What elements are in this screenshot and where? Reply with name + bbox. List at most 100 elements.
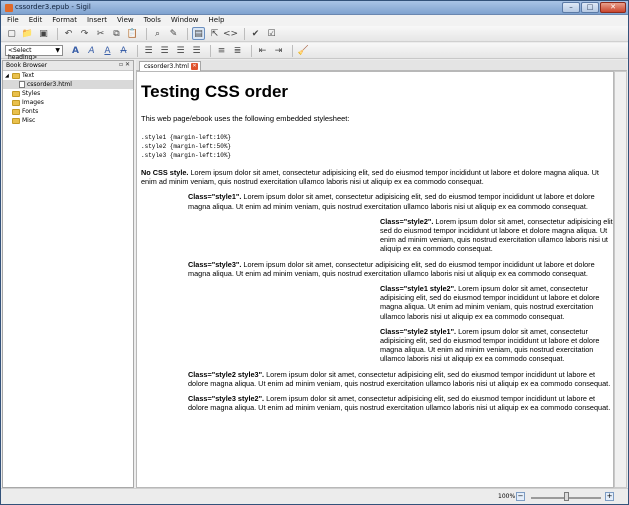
menu-window[interactable]: Window xyxy=(165,15,203,26)
menu-insert[interactable]: Insert xyxy=(81,15,111,26)
tree-item-text[interactable]: ◢ Text xyxy=(3,71,133,80)
book-view-editor[interactable]: Testing CSS order This web page/ebook us… xyxy=(136,71,614,488)
tree-item-label: Images xyxy=(22,99,44,106)
menu-view[interactable]: View xyxy=(111,15,138,26)
zoom-in-button[interactable]: + xyxy=(605,492,614,501)
status-bar: 100% − + xyxy=(1,488,628,504)
undo-icon[interactable]: ↶ xyxy=(62,27,75,40)
validate-icon[interactable]: ☑ xyxy=(265,27,278,40)
toolbar-divider xyxy=(146,27,147,40)
paragraph-label: Class="style3". xyxy=(188,259,242,269)
paragraph-text: Lorem ipsum dolor sit amet, consectetur … xyxy=(188,259,595,278)
align-right-icon[interactable]: ☰ xyxy=(174,44,187,57)
toolbar-divider xyxy=(187,27,188,40)
toolbar-divider xyxy=(210,44,211,57)
bullet-list-icon[interactable]: ≣ xyxy=(231,44,244,57)
paragraph-label: Class="style2". xyxy=(380,216,434,226)
panel-float-close-icons[interactable]: ▫ ✕ xyxy=(119,61,130,68)
paragraph-label: Class="style1 style2". xyxy=(380,284,457,294)
paragraph-text: Lorem ipsum dolor sit amet, consectetur … xyxy=(141,168,599,187)
paragraph-style1-style2: Class="style1 style2". Lorem ipsum dolor… xyxy=(380,284,613,321)
toolbar-divider xyxy=(251,44,252,57)
chevron-down-icon: ▼ xyxy=(55,47,60,54)
menu-tools[interactable]: Tools xyxy=(138,15,165,26)
strikethrough-icon[interactable]: A xyxy=(117,44,130,57)
tab-cssorder3-html[interactable]: cssorder3.html ✕ xyxy=(139,61,201,71)
menu-help[interactable]: Help xyxy=(203,15,229,26)
vertical-scrollbar[interactable] xyxy=(614,71,627,488)
bold-icon[interactable]: A xyxy=(69,44,82,57)
format-toolbar: <Select heading> ▼ A A A A ☰ ☰ ☰ ☰ ≡ ≣ ⇤… xyxy=(1,43,628,61)
maximize-button[interactable]: □ xyxy=(581,2,599,13)
menu-edit[interactable]: Edit xyxy=(23,15,47,26)
find-icon[interactable]: ⌕ xyxy=(151,27,164,40)
paragraph-label: Class="style2 style3". xyxy=(188,369,265,379)
minimize-button[interactable]: – xyxy=(562,2,580,13)
cut-icon[interactable]: ✂ xyxy=(94,27,107,40)
increase-indent-icon[interactable]: ⇥ xyxy=(272,44,285,57)
new-file-icon[interactable]: ▢ xyxy=(5,27,18,40)
paragraph-style1: Class="style1". Lorem ipsum dolor sit am… xyxy=(188,192,613,211)
tree-item-label: Styles xyxy=(22,90,41,97)
toolbar-divider xyxy=(57,27,58,40)
menu-file[interactable]: File xyxy=(1,15,23,26)
tree-item-cssorder3-html[interactable]: cssorder3.html xyxy=(3,80,133,89)
paragraph-label: Class="style1". xyxy=(188,192,242,202)
menu-format[interactable]: Format xyxy=(46,15,81,26)
tab-bar: cssorder3.html ✕ xyxy=(136,60,627,71)
paragraph-label: No CSS style. xyxy=(141,168,189,177)
paragraph-label: Class="style2 style1". xyxy=(380,326,457,336)
underline-icon[interactable]: A xyxy=(101,44,114,57)
book-browser-panel: Book Browser ▫ ✕ ◢ Text cssorder3.html S… xyxy=(2,60,134,488)
folder-icon xyxy=(12,72,20,79)
tree-item-misc[interactable]: Misc xyxy=(3,116,133,125)
split-view-icon[interactable]: ⇱ xyxy=(208,27,221,40)
paste-icon[interactable]: 📋 xyxy=(126,27,139,40)
edit-metadata-icon[interactable]: ✎ xyxy=(167,27,180,40)
folder-icon xyxy=(12,117,20,124)
tree-item-label: Fonts xyxy=(22,108,39,115)
heading-select[interactable]: <Select heading> ▼ xyxy=(5,45,63,61)
paragraph-text: Lorem ipsum dolor sit amet, consectetur … xyxy=(188,192,595,211)
paragraph-style3-style2: Class="style3 style2". Lorem ipsum dolor… xyxy=(188,394,613,412)
tab-label: cssorder3.html xyxy=(144,63,189,70)
copy-icon[interactable]: ⧉ xyxy=(110,27,123,40)
numbered-list-icon[interactable]: ≡ xyxy=(215,44,228,57)
italic-icon[interactable]: A xyxy=(85,44,98,57)
document-intro: This web page/ebook uses the following e… xyxy=(141,114,350,123)
expand-icon[interactable]: ◢ xyxy=(5,73,11,79)
tree-item-label: cssorder3.html xyxy=(27,81,72,88)
toolbar-divider xyxy=(137,44,138,57)
book-browser-header: Book Browser ▫ ✕ xyxy=(3,61,133,71)
code-view-icon[interactable]: <> xyxy=(223,27,238,40)
toolbar-divider xyxy=(244,27,245,40)
title-bar[interactable]: cssorder3.epub - Sigil – □ ✕ xyxy=(1,1,628,15)
open-folder-icon[interactable]: 📁 xyxy=(21,27,34,40)
tree-item-images[interactable]: Images xyxy=(3,98,133,107)
save-icon[interactable]: ▣ xyxy=(37,27,50,40)
stylesheet-code: .style1 {margin-left:10%} .style2 {margi… xyxy=(141,134,232,159)
tree-item-fonts[interactable]: Fonts xyxy=(3,107,133,116)
book-view-icon[interactable]: ▤ xyxy=(192,27,205,40)
zoom-slider-handle[interactable] xyxy=(564,492,569,501)
folder-icon xyxy=(12,99,20,106)
menu-bar: File Edit Format Insert View Tools Windo… xyxy=(1,15,628,26)
zoom-out-button[interactable]: − xyxy=(516,492,525,501)
clean-source-icon[interactable]: 🧹 xyxy=(297,44,310,57)
close-button[interactable]: ✕ xyxy=(600,2,626,13)
align-center-icon[interactable]: ☰ xyxy=(158,44,171,57)
paragraph-no-style: No CSS style. Lorem ipsum dolor sit amet… xyxy=(141,168,613,187)
close-tab-icon[interactable]: ✕ xyxy=(191,63,198,70)
align-left-icon[interactable]: ☰ xyxy=(142,44,155,57)
document-heading: Testing CSS order xyxy=(141,82,289,101)
paragraph-style2-style3: Class="style2 style3". Lorem ipsum dolor… xyxy=(188,369,613,388)
main-toolbar: ▢ 📁 ▣ ↶ ↷ ✂ ⧉ 📋 ⌕ ✎ ▤ ⇱ <> ✔ ☑ xyxy=(1,26,628,42)
redo-icon[interactable]: ↷ xyxy=(78,27,91,40)
spellcheck-icon[interactable]: ✔ xyxy=(249,27,262,40)
window-title: cssorder3.epub - Sigil xyxy=(15,3,91,11)
align-justify-icon[interactable]: ☰ xyxy=(190,44,203,57)
tree-item-styles[interactable]: Styles xyxy=(3,89,133,98)
decrease-indent-icon[interactable]: ⇤ xyxy=(256,44,269,57)
document-content: Testing CSS order This web page/ebook us… xyxy=(141,82,613,418)
paragraph-style3: Class="style3". Lorem ipsum dolor sit am… xyxy=(188,259,613,278)
